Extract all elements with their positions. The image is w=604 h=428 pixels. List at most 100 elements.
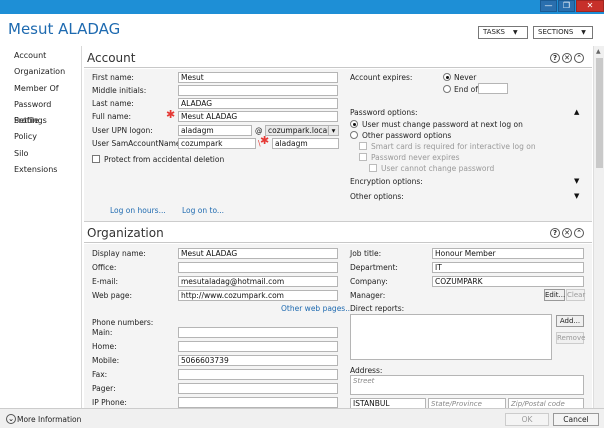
help-icon[interactable]: ?: [550, 228, 560, 238]
sections-button[interactable]: SECTIONS ▼: [533, 26, 593, 39]
must-change-radio[interactable]: [350, 120, 358, 128]
company-label: Company:: [350, 277, 388, 286]
account-section-body: First name: Mesut Middle initials: Last …: [84, 69, 592, 222]
scroll-up-icon[interactable]: ▲: [596, 48, 601, 55]
chevron-down-icon[interactable]: ▾: [328, 125, 339, 136]
logon-to-link[interactable]: Log on to...: [182, 206, 224, 215]
direct-reports-label: Direct reports:: [350, 304, 405, 313]
other-options-label: Other options:: [350, 192, 404, 201]
main-phone-input[interactable]: [178, 327, 338, 338]
footer-bar: ⌄ More Information OK Cancel: [0, 408, 604, 428]
ip-phone-input[interactable]: [178, 397, 338, 408]
manager-edit-button[interactable]: Edit...: [544, 289, 565, 301]
first-name-label: First name:: [92, 73, 134, 82]
must-change-label: User must change password at next log on: [362, 120, 523, 129]
home-phone-input[interactable]: [178, 341, 338, 352]
full-name-input[interactable]: Mesut ALADAG: [178, 111, 338, 122]
office-input[interactable]: [178, 262, 338, 273]
fax-label: Fax:: [92, 370, 108, 379]
ip-phone-label: IP Phone:: [92, 398, 127, 407]
collapse-icon[interactable]: ⌃: [574, 228, 584, 238]
help-icon[interactable]: ?: [550, 53, 560, 63]
ok-button[interactable]: OK: [505, 413, 549, 426]
more-information-link[interactable]: More Information: [17, 415, 81, 424]
full-name-label: Full name:: [92, 112, 132, 121]
organization-section-header: Organization ? ✕ ⌃: [84, 223, 592, 243]
display-name-input[interactable]: Mesut ALADAG: [178, 248, 338, 259]
minimize-button[interactable]: —: [540, 0, 557, 12]
last-name-label: Last name:: [92, 99, 134, 108]
close-window-button[interactable]: ✕: [576, 0, 604, 12]
pager-input[interactable]: [178, 383, 338, 394]
city-input[interactable]: ISTANBUL: [350, 398, 426, 408]
sidebar-item-member-of[interactable]: Member Of: [0, 81, 81, 97]
restore-button[interactable]: ❐: [558, 0, 575, 12]
add-report-button[interactable]: Add...: [556, 315, 584, 327]
vertical-scrollbar[interactable]: ▲: [593, 46, 604, 408]
sam-user-input[interactable]: aladagm: [272, 138, 339, 149]
upn-logon-label: User UPN logon:: [92, 126, 153, 135]
account-section-header: Account ? ✕ ⌃: [84, 48, 592, 68]
last-name-input[interactable]: ALADAG: [178, 98, 338, 109]
sidebar-item-password-settings[interactable]: Password Settings: [0, 97, 81, 125]
organization-section-title: Organization: [87, 226, 164, 240]
main-content: Account ? ✕ ⌃ First name: Mesut Middle ini…: [84, 46, 592, 408]
company-input[interactable]: COZUMPARK: [432, 276, 584, 287]
close-icon[interactable]: ✕: [562, 228, 572, 238]
cancel-button[interactable]: Cancel: [553, 413, 599, 426]
sidebar-item-silo[interactable]: Silo: [0, 146, 81, 162]
cannot-change-checkbox[interactable]: [369, 164, 377, 172]
protect-deletion-checkbox[interactable]: [92, 155, 100, 163]
end-of-label: End of: [454, 85, 478, 94]
email-input[interactable]: mesutaladag@hotmail.com: [178, 276, 338, 287]
scrollbar-thumb[interactable]: [596, 58, 603, 168]
never-expires-checkbox[interactable]: [359, 153, 367, 161]
chevron-down-icon: ▼: [581, 29, 586, 36]
fax-input[interactable]: [178, 369, 338, 380]
job-title-input[interactable]: Honour Member: [432, 248, 584, 259]
mobile-input[interactable]: 5066603739: [178, 355, 338, 366]
other-pw-label: Other password options: [362, 131, 452, 140]
sam-domain-input[interactable]: cozumpark: [178, 138, 256, 149]
zip-input[interactable]: Zip/Postal code: [508, 398, 584, 408]
smart-card-label: Smart card is required for interactive l…: [371, 142, 536, 151]
other-web-pages-link[interactable]: Other web pages...: [281, 304, 352, 313]
tasks-label: TASKS: [483, 28, 505, 36]
pager-label: Pager:: [92, 384, 116, 393]
upn-domain-select[interactable]: cozumpark.local: [265, 125, 329, 136]
manager-label: Manager:: [350, 291, 386, 300]
other-pw-radio[interactable]: [350, 131, 358, 139]
state-input[interactable]: State/Province: [428, 398, 506, 408]
sidebar-item-account[interactable]: Account: [0, 48, 81, 64]
smart-card-checkbox[interactable]: [359, 142, 367, 150]
upn-user-input[interactable]: aladagm: [178, 125, 252, 136]
web-page-input[interactable]: http://www.cozumpark.com: [178, 290, 338, 301]
middle-initials-input[interactable]: [178, 85, 338, 96]
collapse-arrow-icon[interactable]: ▲: [574, 108, 579, 116]
street-input[interactable]: Street: [350, 375, 584, 395]
account-expires-label: Account expires:: [350, 73, 413, 82]
expand-arrow-icon[interactable]: ▼: [574, 192, 579, 200]
department-input[interactable]: IT: [432, 262, 584, 273]
sidebar-item-policy[interactable]: Policy: [0, 129, 81, 145]
tasks-button[interactable]: TASKS ▼: [478, 26, 528, 39]
remove-report-button[interactable]: Remove: [556, 332, 585, 344]
expand-arrow-icon[interactable]: ▼: [574, 177, 579, 185]
close-icon[interactable]: ✕: [562, 53, 572, 63]
email-label: E-mail:: [92, 277, 119, 286]
page-title: Mesut ALADAG: [8, 20, 121, 38]
direct-reports-list[interactable]: [350, 314, 552, 360]
end-of-radio[interactable]: [443, 85, 451, 93]
manager-clear-button[interactable]: Clear: [566, 289, 585, 301]
sidebar-item-organization[interactable]: Organization: [0, 64, 81, 80]
logon-hours-link[interactable]: Log on hours...: [110, 206, 166, 215]
never-radio[interactable]: [443, 73, 451, 81]
protect-deletion-label: Protect from accidental deletion: [104, 155, 225, 164]
end-of-date-input[interactable]: [478, 83, 508, 94]
collapse-icon[interactable]: ⌃: [574, 53, 584, 63]
sidebar-item-extensions[interactable]: Extensions: [0, 162, 81, 178]
expand-icon[interactable]: ⌄: [6, 414, 16, 424]
office-label: Office:: [92, 263, 117, 272]
sections-label: SECTIONS: [538, 28, 574, 36]
first-name-input[interactable]: Mesut: [178, 72, 338, 83]
